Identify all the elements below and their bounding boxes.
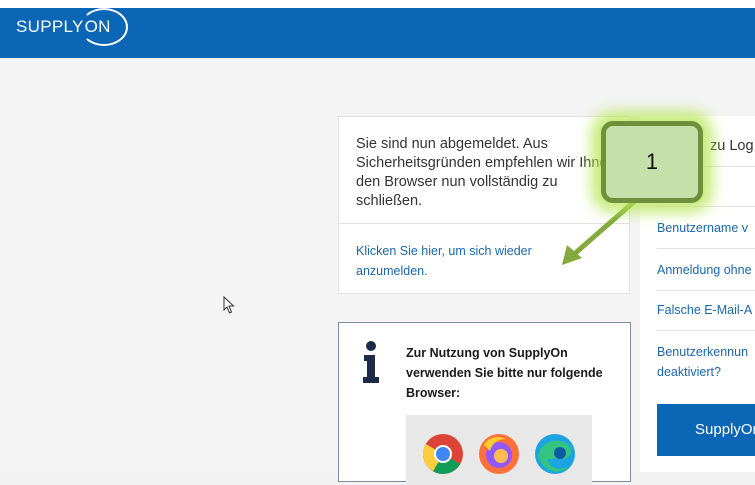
edge-icon[interactable]	[534, 433, 576, 475]
callout-number: 1	[645, 149, 659, 174]
card-divider	[339, 223, 629, 224]
supplyon-login-button[interactable]: SupplyOn	[657, 404, 755, 456]
logout-message: Sie sind nun abgemeldet. Aus Sicherheits…	[356, 136, 620, 209]
login-without-link[interactable]: Anmeldung ohne	[657, 260, 755, 280]
info-icon	[363, 341, 379, 383]
browser-logos	[406, 415, 592, 485]
divider	[657, 206, 755, 207]
divider	[657, 248, 755, 249]
mouse-cursor-icon	[223, 296, 235, 314]
browser-info-text: Zur Nutzung von SupplyOn verwenden Sie b…	[406, 346, 603, 400]
supplyon-logo[interactable]: SUPPLY ON	[16, 8, 128, 46]
browser-info-card: Zur Nutzung von SupplyOn verwenden Sie b…	[338, 322, 631, 485]
forgot-username-link[interactable]: Benutzername v	[657, 218, 755, 238]
divider	[657, 330, 755, 331]
chrome-icon[interactable]	[422, 433, 464, 475]
firefox-icon[interactable]	[478, 433, 520, 475]
top-bar: SUPPLY ON	[0, 0, 755, 58]
callout-box: 1	[601, 121, 703, 203]
wrong-email-link[interactable]: Falsche E-Mail-A	[657, 300, 755, 320]
divider	[657, 290, 755, 291]
login-panel-title: zu Log	[710, 138, 754, 154]
logout-card: Sie sind nun abgemeldet. Aus Sicherheits…	[338, 116, 630, 294]
logo-ring-icon	[79, 8, 128, 46]
logo-on: ON	[79, 8, 128, 46]
logo-text: SUPPLY	[16, 17, 84, 36]
account-deactivated-link[interactable]: Benutzerkennun deaktiviert?	[657, 342, 755, 382]
relogin-link[interactable]: Klicken Sie hier, um sich wieder anzumel…	[356, 241, 586, 281]
